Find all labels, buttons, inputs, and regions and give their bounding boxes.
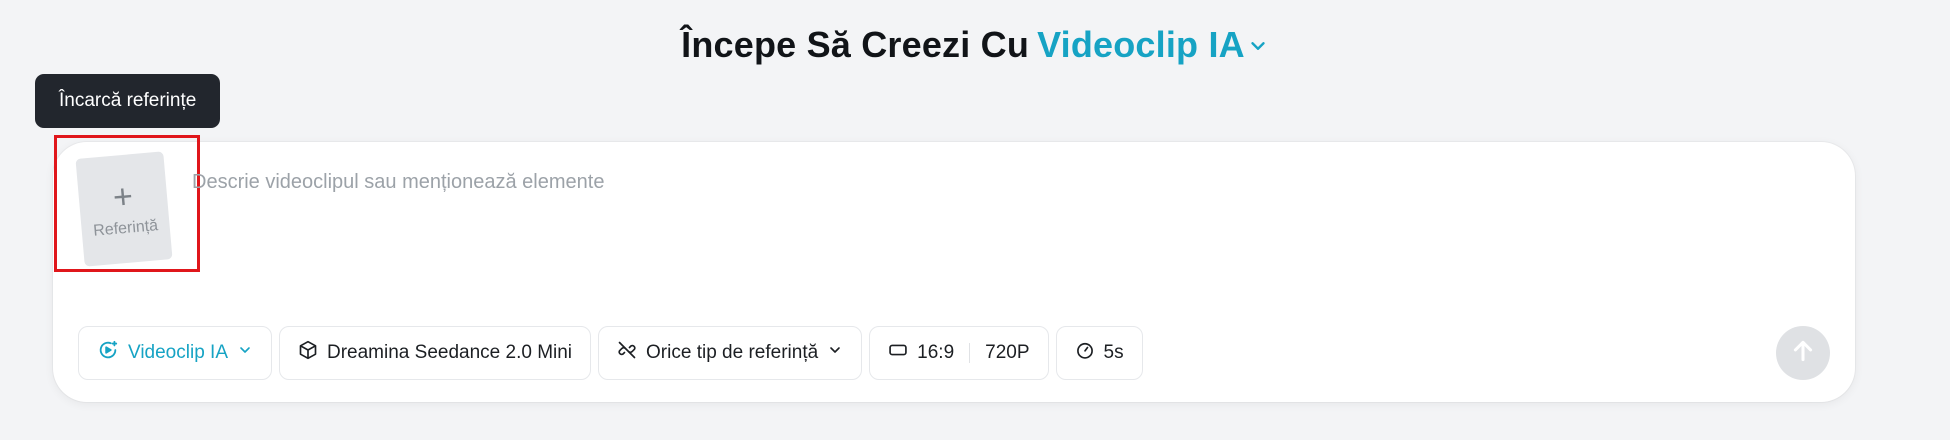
- plus-icon: +: [111, 177, 135, 217]
- timer-icon: [1075, 340, 1095, 366]
- title-prefix: Începe Să Creezi Cu: [681, 24, 1030, 65]
- link-off-icon: [617, 340, 637, 366]
- reference-type-dropdown[interactable]: Orice tip de referință: [598, 326, 863, 380]
- mode-label: Videoclip IA: [128, 342, 228, 363]
- rectangle-icon: [888, 340, 908, 366]
- chevron-down-icon: [827, 342, 843, 364]
- duration-selector[interactable]: 5s: [1055, 326, 1143, 380]
- aspect-resolution-selector[interactable]: 16:9 720P: [869, 326, 1049, 380]
- aspect-ratio-value: 16:9: [917, 342, 955, 363]
- arrow-up-icon: [1790, 338, 1816, 369]
- reference-label: Referință: [92, 217, 159, 240]
- title-accent[interactable]: Videoclip IA: [1037, 24, 1245, 65]
- mode-dropdown[interactable]: Videoclip IA: [78, 326, 272, 380]
- generation-toolbar: Videoclip IA Dreamina Seedance 2.0 Mini …: [78, 326, 1143, 380]
- duration-value: 5s: [1103, 342, 1124, 363]
- model-selector[interactable]: Dreamina Seedance 2.0 Mini: [279, 326, 592, 380]
- cube-icon: [298, 340, 318, 366]
- resolution-value: 720P: [985, 342, 1030, 363]
- send-button[interactable]: [1776, 326, 1830, 380]
- chevron-down-icon: [237, 342, 253, 364]
- reference-upload-button[interactable]: + Referință: [75, 151, 173, 267]
- chevron-down-icon[interactable]: [1247, 24, 1269, 66]
- divider: [969, 343, 971, 363]
- video-sparkle-icon: [97, 339, 119, 367]
- mode-switcher-title[interactable]: Videoclip IA: [1037, 24, 1269, 65]
- page: Începe Să Creezi Cu Videoclip IA Încarcă …: [0, 0, 1950, 440]
- reference-type-label: Orice tip de referință: [646, 342, 819, 363]
- prompt-input[interactable]: [192, 164, 1692, 200]
- upload-references-tooltip: Încarcă referințe: [35, 74, 221, 128]
- model-label: Dreamina Seedance 2.0 Mini: [327, 342, 573, 363]
- page-title: Începe Să Creezi Cu Videoclip IA: [0, 24, 1950, 68]
